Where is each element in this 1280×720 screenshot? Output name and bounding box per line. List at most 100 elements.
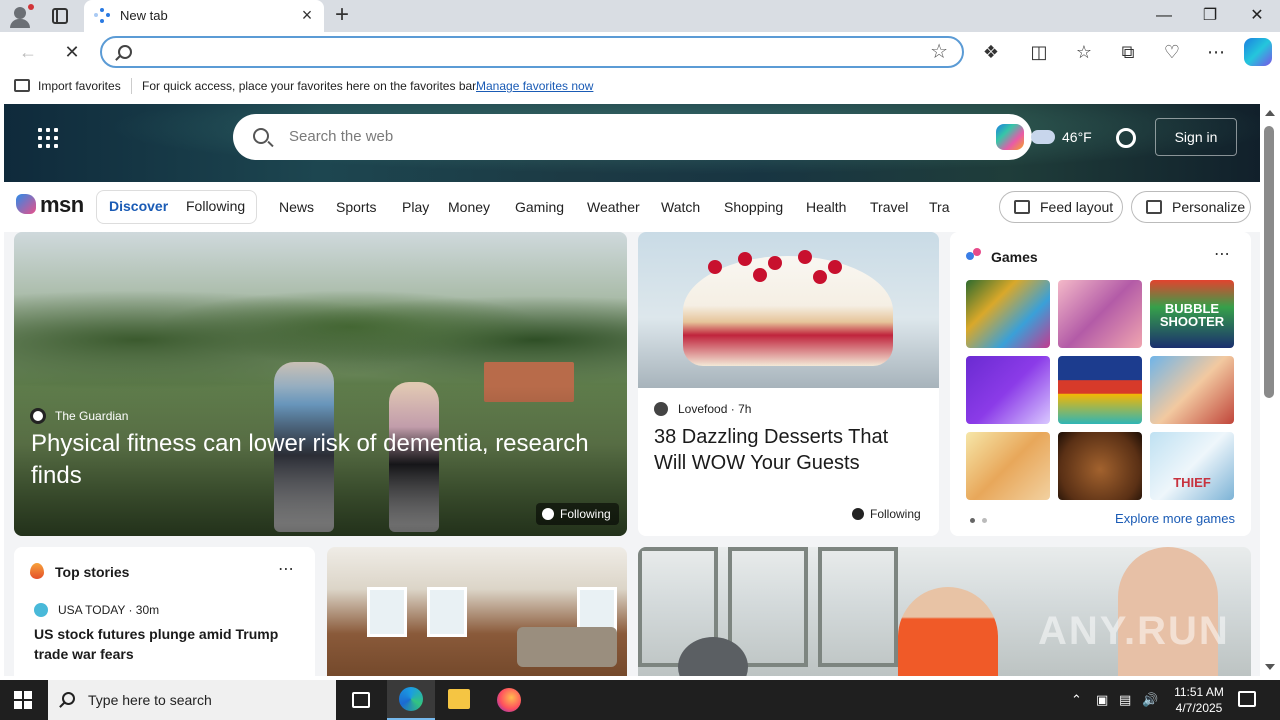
msn-butterfly-icon (16, 194, 36, 214)
news-headline[interactable]: US stock futures plunge amid Trump trade… (34, 624, 294, 664)
minimize-button[interactable]: — (1141, 0, 1187, 32)
favorites-icon[interactable]: ☆ (1072, 40, 1096, 64)
nav-travel[interactable]: Travel (870, 199, 908, 215)
nav-news[interactable]: News (279, 199, 314, 215)
nav-weather[interactable]: Weather (587, 199, 640, 215)
nav-health[interactable]: Health (806, 199, 846, 215)
games-icon (966, 248, 982, 264)
taskbar-search-box[interactable]: Type here to search (48, 680, 336, 720)
personalize-button[interactable]: Personalize (1131, 191, 1251, 223)
collections-icon[interactable]: ⧉ (1116, 40, 1140, 64)
browser-toolbar: ← ✕ ☆ ❖ ◫ ☆ ⧉ ♡ ⋯ (0, 32, 1280, 72)
following-badge[interactable]: Following (536, 503, 619, 525)
usa-today-logo-icon (34, 603, 48, 617)
makeup-brushes-tile[interactable] (1058, 280, 1142, 348)
scroll-up-icon[interactable] (1265, 110, 1275, 116)
scroll-down-icon[interactable] (1265, 664, 1275, 670)
shiba-dog-tile[interactable] (966, 432, 1050, 500)
address-input[interactable] (146, 42, 906, 62)
nav-money[interactable]: Money (448, 199, 490, 215)
browser-essentials-icon[interactable]: ♡ (1160, 40, 1184, 64)
top-stories-title: Top stories (55, 564, 130, 580)
favorite-star-icon[interactable]: ☆ (930, 41, 948, 63)
check-icon (542, 508, 554, 520)
dessert-news-card[interactable]: Lovefood · 7h 38 Dazzling Desserts That … (638, 232, 939, 536)
file-explorer-icon[interactable] (448, 689, 470, 709)
favorites-bar: Import favorites For quick access, place… (0, 72, 1280, 100)
nav-play[interactable]: Play (402, 199, 429, 215)
extensions-icon[interactable]: ❖ (979, 40, 1003, 64)
cloud-icon[interactable] (1031, 130, 1055, 144)
nav-shopping[interactable]: Shopping (724, 199, 783, 215)
notifications-icon[interactable] (1238, 691, 1256, 707)
copilot-search-icon[interactable] (996, 124, 1024, 150)
back-button[interactable]: ← (16, 40, 40, 64)
restore-button[interactable]: ❐ (1187, 0, 1233, 32)
device-icon[interactable]: ▣ (1096, 692, 1108, 708)
hero-news-card[interactable]: The Guardian Physical fitness can lower … (14, 232, 627, 536)
news-headline[interactable]: Physical fitness can lower risk of demen… (31, 428, 621, 492)
network-icon[interactable]: ▤ (1119, 692, 1131, 708)
address-bar[interactable]: ☆ (100, 36, 964, 68)
manage-favorites-link[interactable]: Manage favorites now (476, 79, 593, 93)
tab-discover[interactable]: Discover (109, 198, 168, 214)
more-options-icon[interactable]: ⋯ (278, 559, 295, 579)
task-view-icon[interactable] (352, 692, 370, 708)
split-screen-icon[interactable]: ◫ (1027, 40, 1051, 64)
copilot-icon[interactable] (1244, 38, 1272, 66)
nav-watch[interactable]: Watch (661, 199, 700, 215)
edge-icon (399, 687, 423, 711)
feed-layout-button[interactable]: Feed layout (999, 191, 1123, 223)
close-window-button[interactable]: ✕ (1234, 0, 1280, 32)
nav-tra[interactable]: Tra (929, 199, 949, 215)
apps-grid-icon[interactable] (38, 128, 58, 148)
stickman-thief-tile[interactable]: THIEF (1150, 432, 1234, 500)
windows-start-icon[interactable] (14, 691, 32, 709)
divider (131, 78, 132, 94)
tab-actions-icon[interactable] (52, 8, 68, 24)
bubble-shooter-tile[interactable]: BUBBLE SHOOTER (1150, 280, 1234, 348)
tab-following[interactable]: Following (186, 198, 245, 214)
nav-gaming[interactable]: Gaming (515, 199, 564, 215)
chevron-up-icon[interactable]: ⌃ (1071, 692, 1082, 708)
edge-taskbar-button[interactable] (387, 680, 435, 720)
games-card: Games ⋯ BUBBLE SHOOTER THIEF Explore mor… (950, 232, 1251, 536)
block-puzzle-tile[interactable] (1058, 356, 1142, 424)
jewel-puzzle-tile[interactable] (966, 280, 1050, 348)
news-image (638, 232, 939, 388)
volume-icon[interactable]: 🔊 (1142, 692, 1158, 708)
sign-in-button[interactable]: Sign in (1155, 118, 1237, 156)
stop-loading-button[interactable]: ✕ (60, 40, 84, 64)
msn-logo[interactable]: msn (16, 192, 84, 218)
taskbar: Type here to search ⌃ ▣ ▤ 🔊 11:51 AM 4/7… (0, 680, 1280, 720)
more-menu-icon[interactable]: ⋯ (1204, 40, 1228, 64)
news-headline[interactable]: 38 Dazzling Desserts That Will WOW Your … (654, 424, 924, 476)
deer-hunter-tile[interactable] (1058, 432, 1142, 500)
close-tab-icon[interactable]: × (298, 6, 316, 24)
room-news-card[interactable] (327, 547, 627, 676)
nav-sports[interactable]: Sports (336, 199, 376, 215)
news-source[interactable]: USA TODAY · 30m (58, 603, 159, 617)
import-favorites-button[interactable]: Import favorites (38, 79, 121, 93)
favorites-hint: For quick access, place your favorites h… (142, 79, 479, 93)
search-icon (253, 128, 269, 144)
profile-icon[interactable] (8, 4, 34, 28)
firefox-icon[interactable] (497, 688, 521, 712)
cartoon-character-tile[interactable] (1150, 356, 1234, 424)
system-clock[interactable]: 11:51 AM 4/7/2025 (1170, 684, 1228, 716)
fitness-news-card[interactable]: ANY.RUN (638, 547, 1251, 676)
following-badge[interactable]: Following (846, 503, 929, 525)
gear-icon[interactable] (1116, 128, 1136, 148)
web-search-box[interactable]: Search the web (233, 114, 1032, 160)
explore-more-games-link[interactable]: Explore more games (1115, 511, 1235, 526)
news-source[interactable]: Lovefood · 7h (678, 402, 751, 416)
more-options-icon[interactable]: ⋯ (1214, 244, 1231, 264)
scroll-thumb[interactable] (1264, 126, 1274, 398)
tab-new-tab[interactable]: New tab × (84, 0, 324, 32)
crazy-games-tile[interactable] (966, 356, 1050, 424)
weather-temperature[interactable]: 46°F (1062, 129, 1092, 145)
top-stories-card: Top stories ⋯ USA TODAY · 30m US stock f… (14, 547, 315, 676)
news-source[interactable]: The Guardian (55, 409, 128, 423)
page-scrollbar[interactable] (1260, 104, 1280, 676)
new-tab-button[interactable]: + (330, 3, 354, 28)
